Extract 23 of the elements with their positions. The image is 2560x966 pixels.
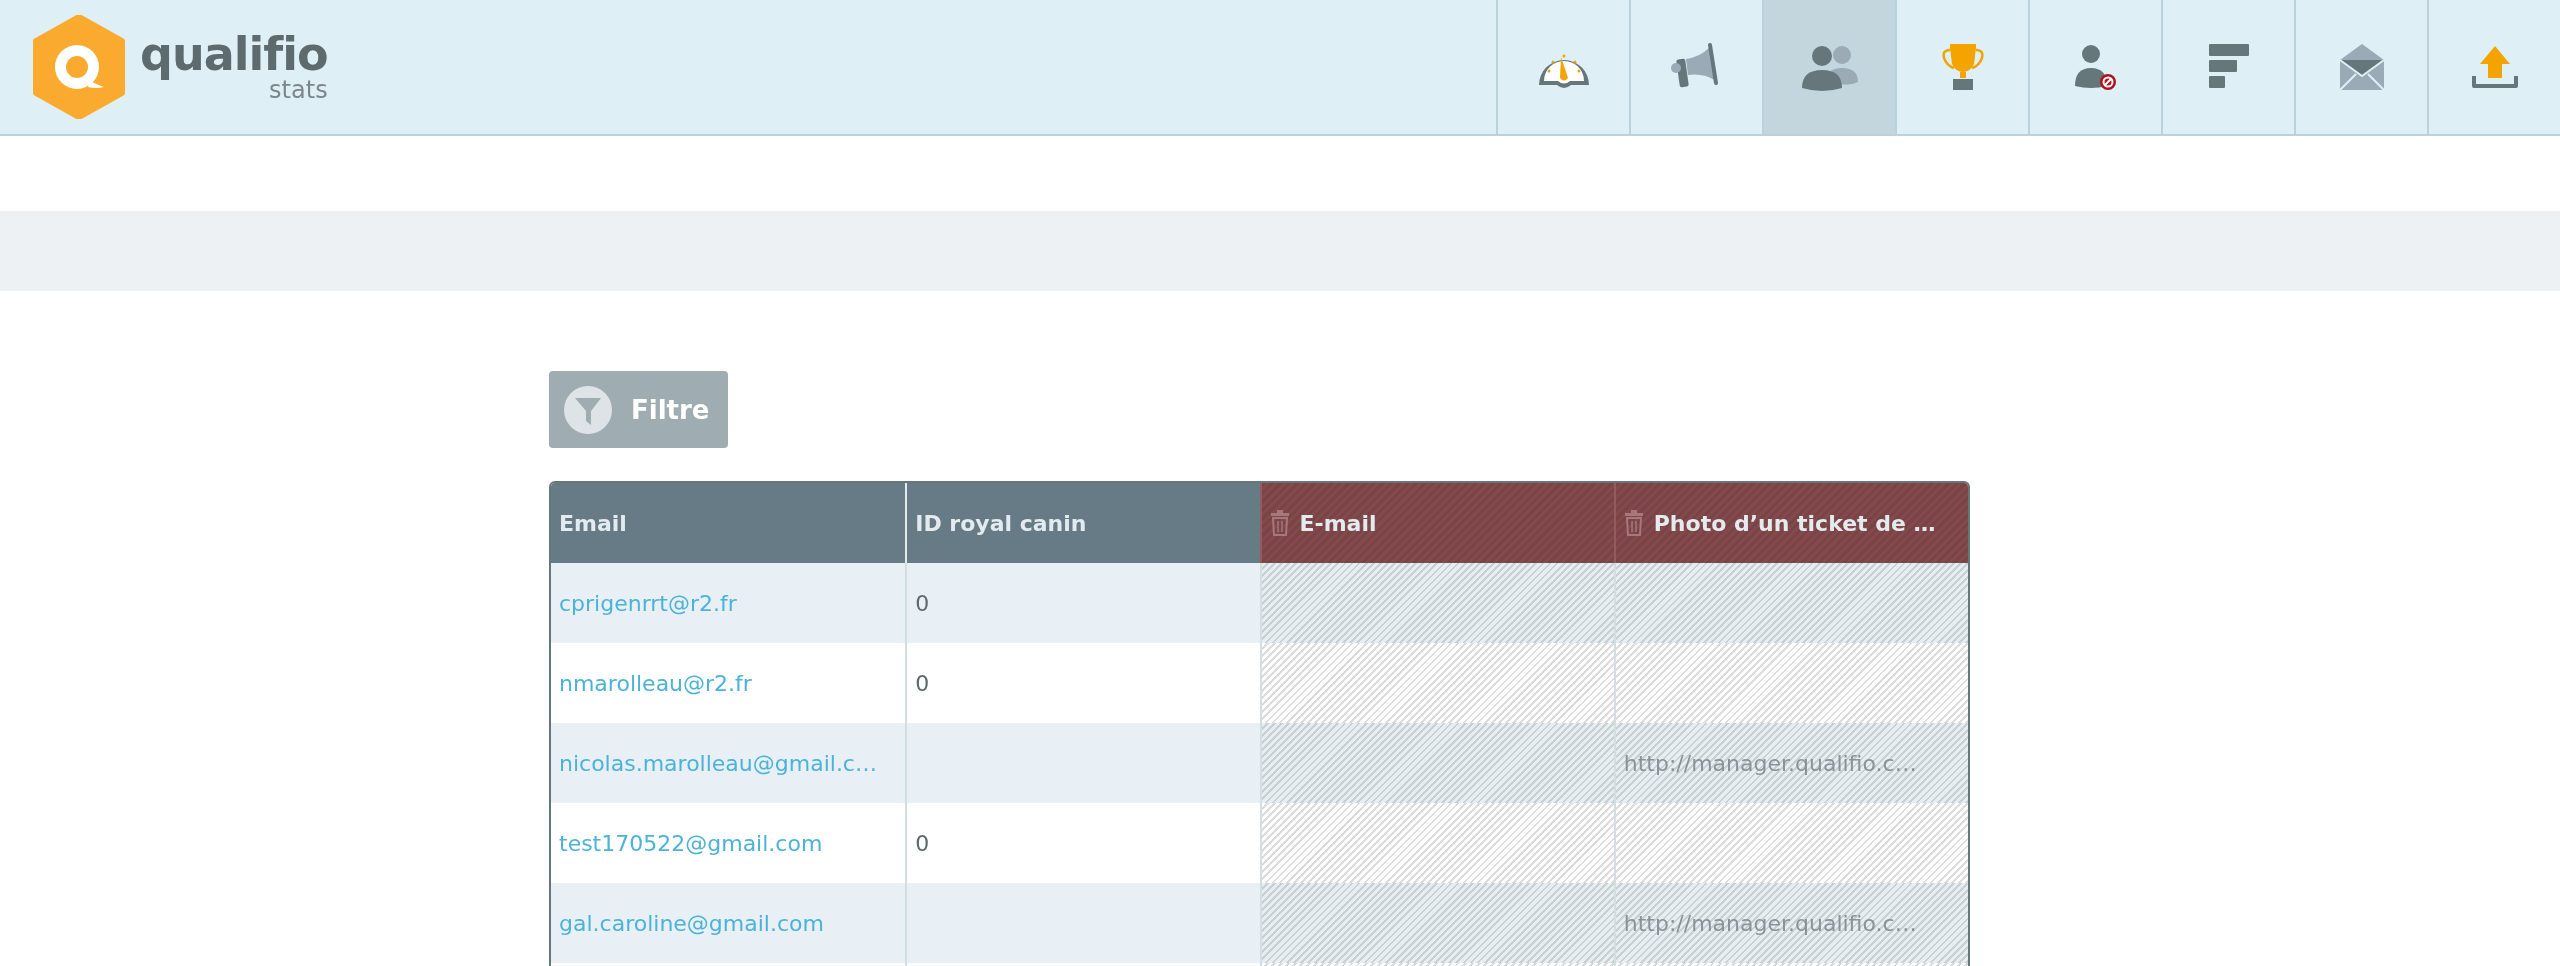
email-link[interactable]: test170522@gmail.com: [551, 803, 906, 883]
table-cell: 0: [905, 563, 1260, 643]
column-header[interactable]: E-mail: [1259, 483, 1614, 563]
column-header[interactable]: Photo d’un ticket de …: [1613, 483, 1968, 563]
email-link[interactable]: gal.caroline@gmail.com: [551, 883, 906, 963]
mail-icon: [2337, 42, 2386, 92]
filter-button[interactable]: Filtre: [549, 371, 728, 448]
column-header[interactable]: Email: [551, 483, 906, 563]
trophy-icon: [1939, 42, 1986, 92]
email-link[interactable]: nmarolleau@r2.fr: [551, 643, 906, 723]
email-link[interactable]: nicolas.marolleau@gmail.c…: [551, 723, 906, 803]
trash-icon: [1269, 510, 1290, 536]
nav-tab[interactable]: [1762, 0, 1895, 134]
trash-icon: [1623, 510, 1644, 536]
email-link[interactable]: cprigenrrt@r2.fr: [551, 563, 906, 643]
logo-subtitle: stats: [269, 76, 328, 104]
logo-icon: [32, 15, 126, 119]
funnel-icon: [563, 384, 613, 435]
upload-icon: [2469, 44, 2520, 90]
column-header[interactable]: ID royal canin: [905, 483, 1260, 563]
blocked-user-icon: [2072, 42, 2119, 92]
table-cell: http://manager.qualifio.c…: [1613, 723, 1968, 803]
table-cell: http://manager.qualifio.c…: [1613, 883, 1968, 963]
